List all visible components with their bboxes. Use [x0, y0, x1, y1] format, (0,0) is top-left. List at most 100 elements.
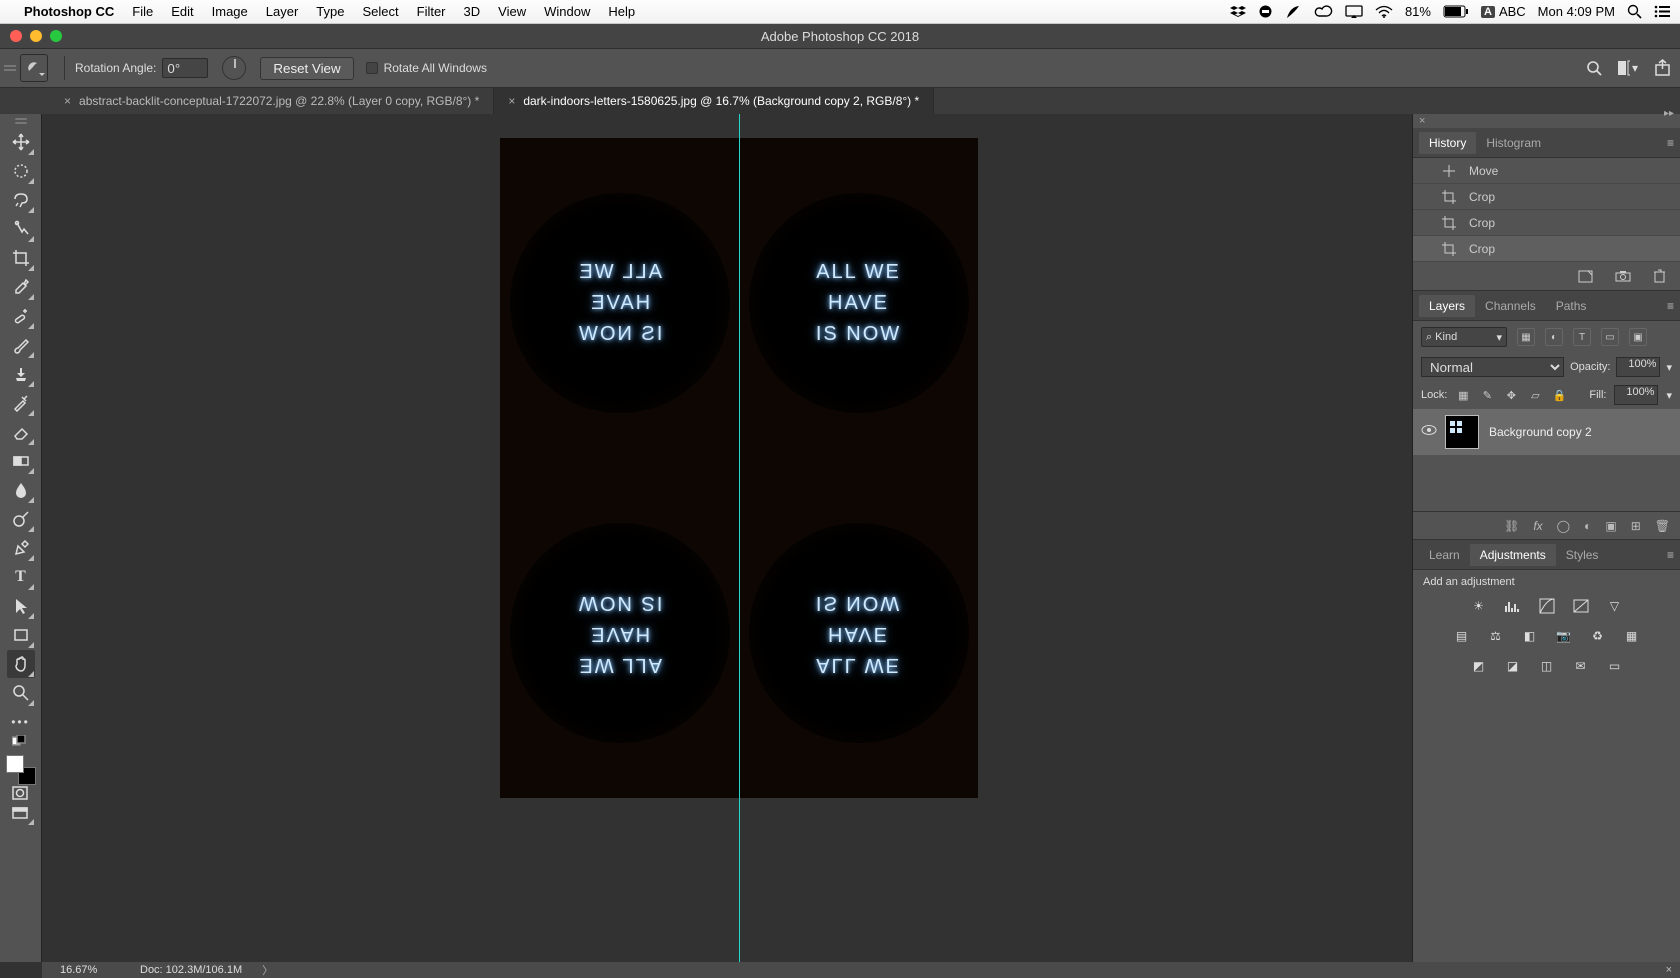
options-grip[interactable] [4, 65, 16, 71]
history-item[interactable]: Crop [1413, 210, 1680, 236]
panel-menu-icon[interactable]: ≡ [1667, 299, 1674, 313]
wifi-icon[interactable] [1375, 5, 1393, 19]
reset-view-button[interactable]: Reset View [260, 57, 353, 80]
quick-select-tool[interactable] [7, 215, 35, 243]
menu-type[interactable]: Type [316, 4, 344, 19]
layer-row[interactable]: Background copy 2 [1413, 409, 1680, 455]
type-tool[interactable]: T [7, 563, 35, 591]
history-item[interactable]: Move [1413, 158, 1680, 184]
panel-menu-icon[interactable]: ≡ [1667, 136, 1674, 150]
tab-histogram[interactable]: Histogram [1476, 132, 1551, 154]
lock-artboard-icon[interactable]: ▱ [1527, 387, 1543, 403]
shape-tool[interactable] [7, 621, 35, 649]
current-tool-preset[interactable] [20, 54, 48, 82]
menu-list-icon[interactable] [1654, 5, 1670, 18]
group-icon[interactable]: ▣ [1605, 519, 1616, 533]
fill-value[interactable]: 100% [1614, 385, 1658, 405]
zoom-level[interactable]: 16.67% [60, 964, 140, 976]
menubar-pen-icon[interactable] [1285, 4, 1301, 20]
document-tab-1[interactable]: × dark-indoors-letters-1580625.jpg @ 16.… [494, 88, 934, 114]
hue-sat-icon[interactable]: ▤ [1452, 626, 1472, 646]
tab-styles[interactable]: Styles [1556, 544, 1609, 566]
tab-learn[interactable]: Learn [1419, 544, 1470, 566]
vertical-guide[interactable] [739, 114, 740, 962]
layer-filter-kind[interactable]: Kind▾ [1421, 327, 1507, 347]
color-swatches[interactable] [6, 755, 36, 785]
dropbox-icon[interactable] [1230, 4, 1246, 20]
doc-size[interactable]: Doc: 102.3M/106.1M [140, 964, 242, 976]
tab-adjustments[interactable]: Adjustments [1470, 544, 1556, 566]
blend-mode-select[interactable]: Normal [1421, 357, 1564, 377]
panel-grip[interactable] [15, 118, 27, 124]
panel-menu-icon[interactable]: ≡ [1667, 548, 1674, 562]
menu-filter[interactable]: Filter [417, 4, 446, 19]
panel-close-icon[interactable]: × [1419, 115, 1425, 127]
app-name[interactable]: Photoshop CC [24, 4, 114, 19]
menu-3d[interactable]: 3D [464, 4, 481, 19]
eraser-tool[interactable] [7, 418, 35, 446]
bw-icon[interactable]: ◧ [1520, 626, 1540, 646]
tab-channels[interactable]: Channels [1475, 295, 1546, 317]
lasso-tool[interactable] [7, 186, 35, 214]
curves-icon[interactable] [1537, 596, 1557, 616]
lock-paint-icon[interactable]: ✎ [1479, 387, 1495, 403]
menu-file[interactable]: File [132, 4, 153, 19]
rotation-dial[interactable] [222, 56, 246, 80]
gradient-tool[interactable] [7, 447, 35, 475]
tab-layers[interactable]: Layers [1419, 295, 1475, 317]
snapshot-icon[interactable] [1615, 270, 1631, 282]
edit-toolbar[interactable]: ••• [7, 708, 35, 736]
menu-layer[interactable]: Layer [266, 4, 299, 19]
filter-type-icon[interactable]: T [1573, 328, 1591, 346]
layer-name[interactable]: Background copy 2 [1489, 425, 1592, 439]
threshold-icon[interactable]: ◫ [1537, 656, 1557, 676]
posterize-icon[interactable]: ◪ [1503, 656, 1523, 676]
new-doc-from-state-icon[interactable] [1578, 270, 1593, 283]
photo-filter-icon[interactable]: 📷 [1554, 626, 1574, 646]
channel-mixer-icon[interactable]: ♻ [1588, 626, 1608, 646]
move-tool[interactable] [7, 128, 35, 156]
selective-color-icon[interactable]: ✉ [1571, 656, 1591, 676]
menu-edit[interactable]: Edit [171, 4, 193, 19]
new-layer-icon[interactable]: ⊞ [1631, 519, 1641, 533]
document-tab-0[interactable]: × abstract-backlit-conceptual-1722072.jp… [50, 88, 494, 114]
menu-image[interactable]: Image [212, 4, 248, 19]
lock-all-icon[interactable]: 🔒 [1551, 387, 1567, 403]
brightness-icon[interactable]: ☀ [1469, 596, 1489, 616]
battery-icon[interactable] [1443, 5, 1469, 18]
workspace-switcher-icon[interactable]: ▾ [1618, 58, 1638, 78]
menu-view[interactable]: View [498, 4, 526, 19]
filter-pixel-icon[interactable]: ▦ [1517, 328, 1535, 346]
screen-mode-icon[interactable] [7, 806, 35, 826]
eyedropper-tool[interactable] [7, 273, 35, 301]
trash-icon[interactable] [1653, 269, 1666, 283]
status-chevron-icon[interactable]: 〉 [262, 962, 273, 978]
collapse-panels-icon[interactable]: ▸▸ [1664, 108, 1674, 119]
bottom-close-icon[interactable]: × [1666, 964, 1672, 976]
path-select-tool[interactable] [7, 592, 35, 620]
pen-tool[interactable] [7, 534, 35, 562]
history-item[interactable]: Crop [1413, 236, 1680, 262]
visibility-eye-icon[interactable] [1421, 424, 1437, 440]
dodge-tool[interactable] [7, 505, 35, 533]
zoom-tool[interactable] [7, 679, 35, 707]
color-balance-icon[interactable]: ⚖ [1486, 626, 1506, 646]
invert-icon[interactable]: ◩ [1469, 656, 1489, 676]
levels-icon[interactable] [1503, 596, 1523, 616]
search-icon[interactable] [1584, 58, 1604, 78]
lock-trans-icon[interactable]: ▦ [1455, 387, 1471, 403]
adjustment-layer-icon[interactable]: ◐ [1584, 519, 1591, 533]
clone-stamp-tool[interactable] [7, 360, 35, 388]
blur-tool[interactable] [7, 476, 35, 504]
menu-select[interactable]: Select [362, 4, 398, 19]
filter-smart-icon[interactable]: ▣ [1629, 328, 1647, 346]
hand-tool[interactable] [7, 650, 35, 678]
clock[interactable]: Mon 4:09 PM [1538, 4, 1615, 19]
history-item[interactable]: Crop [1413, 184, 1680, 210]
rotation-angle-input[interactable] [162, 58, 208, 78]
menubar-circle-icon[interactable] [1258, 4, 1273, 19]
tab-history[interactable]: History [1419, 132, 1476, 154]
filter-shape-icon[interactable]: ▭ [1601, 328, 1619, 346]
layer-thumbnail[interactable] [1445, 415, 1479, 449]
history-brush-tool[interactable] [7, 389, 35, 417]
